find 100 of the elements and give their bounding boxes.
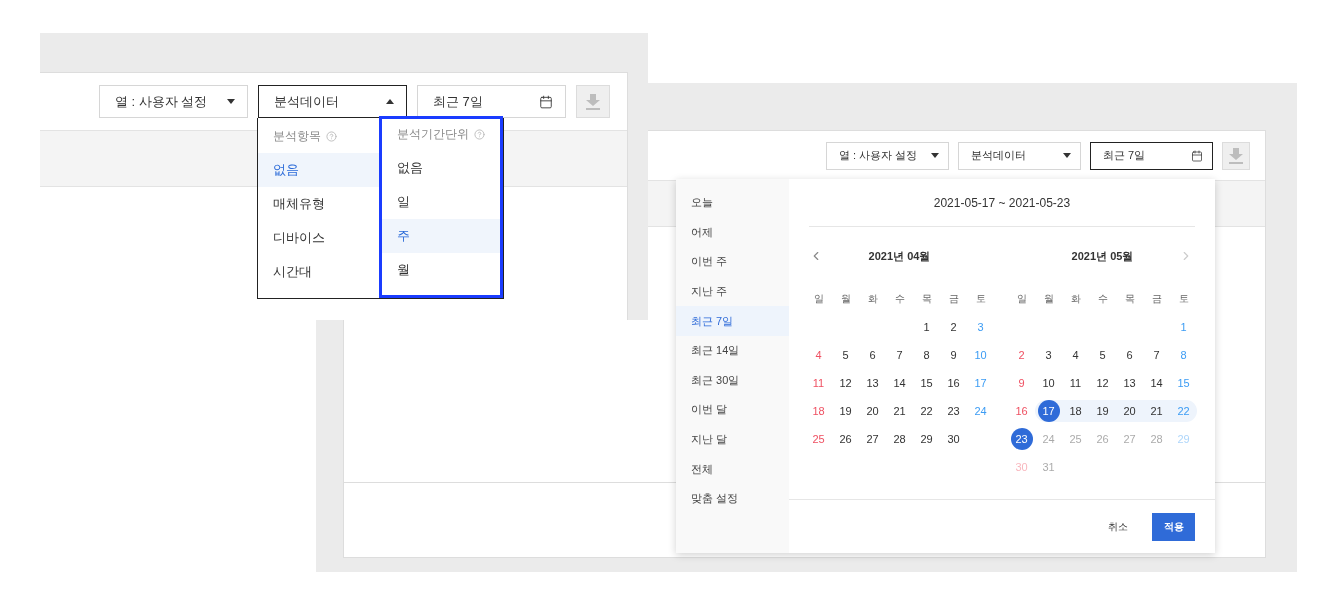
calendar-date[interactable]: 23 [940,397,967,425]
calendar-date: 27 [1122,432,1137,447]
month-title: 2021년 05월 [1071,248,1134,264]
calendar-date[interactable]: 13 [1116,369,1143,397]
weekday-label: 일 [1015,292,1028,306]
calendar-icon [539,94,553,109]
weekday-label: 토 [1177,292,1190,306]
calendar-date[interactable]: 25 [805,425,832,453]
weekday-label: 목 [920,292,933,306]
caret-icon [1063,153,1071,158]
caret-icon [931,153,939,158]
dropdown-option[interactable]: 없음 [258,153,379,187]
calendar-date: 25 [1068,432,1083,447]
select-dropdown[interactable]: 분석데이터 [958,141,1081,170]
column-header: 분석기간단위 [397,125,469,143]
calendar-date[interactable]: 10 [1035,369,1062,397]
dropdown-option[interactable]: 없음 [382,151,500,185]
calendar-date[interactable]: 20 [859,397,886,425]
calendar-date[interactable]: 22 [913,397,940,425]
calendar-date[interactable]: 11 [1062,369,1089,397]
calendar-date[interactable]: 21 [1143,400,1170,422]
calendar-date[interactable]: 6 [859,341,886,369]
calendar-date[interactable]: 21 [886,397,913,425]
weekday-label: 수 [893,292,906,306]
calendar-date[interactable]: 18 [1062,400,1089,422]
preset-option[interactable]: 어제 [676,217,789,248]
dropdown-option[interactable]: 주 [382,219,500,253]
weekday-label: 화 [866,292,879,306]
calendar-date[interactable]: 9 [1008,369,1035,397]
calendar-date[interactable]: 12 [1089,369,1116,397]
calendar-date[interactable]: 19 [832,397,859,425]
calendar-date: 26 [1095,432,1110,447]
preset-option[interactable]: 전체 [676,454,789,484]
weekday-label: 목 [1123,292,1136,306]
selected-date[interactable]: 23 [1010,428,1033,450]
select-dropdown[interactable]: 열 : 사용자 설정 [826,141,949,170]
calendar-date[interactable]: 11 [805,369,832,397]
calendar-date[interactable]: 13 [859,369,886,397]
preset-option[interactable]: 최근 30일 [676,365,789,396]
dropdown-option[interactable]: 시간대 [258,255,379,289]
preset-option[interactable]: 지난 달 [676,424,789,455]
dropdown-option[interactable]: 월 [382,253,500,287]
calendar-date[interactable]: 29 [913,425,940,453]
weekday-label: 토 [974,292,987,306]
weekday-label: 수 [1096,292,1109,306]
calendar-date[interactable]: 19 [1089,400,1116,422]
calendar-date[interactable]: 30 [940,425,967,453]
calendar-date[interactable]: 15 [913,369,940,397]
date-field[interactable]: 최근 7일 [1090,141,1213,170]
help-icon [326,130,337,142]
weekday-label: 금 [947,292,960,306]
calendar-date[interactable]: 5 [832,341,859,369]
select-dropdown[interactable]: 열 : 사용자 설정 [99,85,248,118]
calendar-date[interactable]: 3 [1035,341,1062,369]
weekday-label: 화 [1069,292,1082,306]
preset-option[interactable]: 맞춤 설정 [676,483,789,514]
calendar-date[interactable]: 16 [940,369,967,397]
date-field[interactable]: 최근 7일 [417,85,566,118]
calendar-date[interactable]: 27 [859,425,886,453]
calendar-date[interactable]: 7 [1143,341,1170,369]
help-icon [474,128,485,140]
calendar-date[interactable]: 1 [913,313,940,341]
calendar-date[interactable]: 18 [805,397,832,425]
calendar-date[interactable]: 16 [1008,397,1035,425]
calendar-date: 31 [1041,460,1056,475]
preset-option[interactable]: 지난 주 [676,276,789,307]
cancel-button[interactable]: 취소 [1102,512,1134,541]
preset-option[interactable]: 오늘 [676,188,789,218]
calendar-date[interactable]: 6 [1116,341,1143,369]
apply-button[interactable]: 적용 [1152,512,1195,541]
dropdown-option[interactable]: 디바이스 [258,221,379,255]
preset-option[interactable]: 최근 7일 [676,306,789,336]
preset-option[interactable]: 최근 14일 [676,335,789,366]
weekday-label: 일 [812,292,825,306]
weekday-label: 월 [1042,292,1055,306]
calendar-date[interactable]: 9 [940,341,967,369]
weekday-label: 월 [839,292,852,306]
calendar-date[interactable]: 26 [832,425,859,453]
select-dropdown[interactable]: 분석데이터 [258,85,407,118]
calendar-date[interactable]: 12 [832,369,859,397]
preset-option[interactable]: 이번 주 [676,247,789,277]
calendar-date[interactable]: 4 [805,341,832,369]
calendar-date[interactable]: 14 [886,369,913,397]
calendar-date[interactable]: 5 [1089,341,1116,369]
calendar-icon [1191,149,1203,162]
dropdown-option[interactable]: 일 [382,185,500,219]
calendar-date[interactable]: 8 [913,341,940,369]
calendar-date[interactable]: 2 [1008,341,1035,369]
calendar-date[interactable]: 2 [940,313,967,341]
calendar-date[interactable]: 7 [886,341,913,369]
date-range-text: 2021-05-17 ~ 2021-05-23 [809,179,1195,227]
selected-date[interactable]: 17 [1037,400,1060,422]
dropdown-option[interactable]: 매체유형 [258,187,379,221]
calendar-date: 28 [1149,432,1164,447]
preset-option[interactable]: 이번 달 [676,395,789,425]
calendar-date[interactable]: 14 [1143,369,1170,397]
weekday-label: 금 [1150,292,1163,306]
calendar-date[interactable]: 28 [886,425,913,453]
calendar-date[interactable]: 20 [1116,400,1143,422]
calendar-date[interactable]: 4 [1062,341,1089,369]
